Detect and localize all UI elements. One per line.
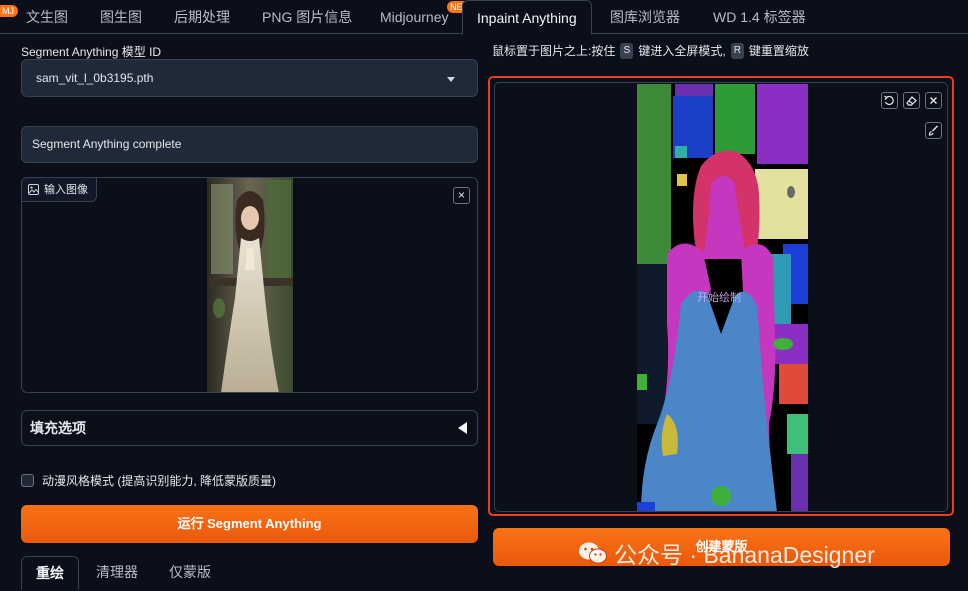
tab-inpaint[interactable]: 重绘 [21, 556, 79, 590]
anime-style-checkbox[interactable] [21, 474, 34, 487]
input-image-tag: 输入图像 [22, 178, 97, 202]
tab-midjourney[interactable]: Midjourney [378, 0, 450, 34]
main-tab-bar: MJ 文生图 图生图 后期处理 PNG 图片信息 Midjourney NEW … [0, 0, 968, 35]
input-photo [207, 178, 293, 392]
sketch-canvas[interactable]: 开始绘制 [494, 82, 948, 512]
key-r: R [730, 42, 744, 59]
model-id-value: sam_vit_l_0b3195.pth [36, 71, 154, 85]
watermark: 公众号 · BananaDesigner [578, 536, 875, 570]
eraser-icon[interactable] [903, 92, 920, 109]
tab-txt2img[interactable]: 文生图 [24, 0, 70, 34]
mj-badge: MJ [0, 5, 18, 17]
chevron-down-icon [447, 77, 455, 82]
collapse-triangle-icon [458, 422, 467, 434]
mode-tab-bar: 重绘 清理器 仅蒙版 [21, 556, 478, 591]
hint-text-1: 鼠标置于图片之上:按住 [492, 44, 616, 58]
tab-mask-only[interactable]: 仅蒙版 [169, 556, 211, 590]
brush-icon[interactable] [925, 122, 942, 139]
anime-style-label: 动漫风格模式 (提高识别能力, 降低蒙版质量) [42, 474, 276, 488]
image-icon [28, 184, 39, 195]
start-drawing-text: 开始绘制 [697, 292, 741, 304]
close-icon[interactable] [925, 92, 942, 109]
model-id-dropdown[interactable]: sam_vit_l_0b3195.pth [21, 59, 478, 97]
key-s: S [620, 42, 634, 59]
tab-extras[interactable]: 后期处理 [172, 0, 232, 34]
run-segment-anything-button[interactable]: 运行 Segment Anything [21, 505, 478, 543]
fill-options-accordion[interactable]: 填充选项 [21, 410, 478, 446]
tab-wd14-tagger[interactable]: WD 1.4 标签器 [711, 0, 808, 34]
input-image-panel[interactable]: 输入图像 × [21, 177, 478, 393]
clear-image-button[interactable]: × [453, 187, 470, 204]
tab-png-info[interactable]: PNG 图片信息 [260, 0, 354, 34]
tab-inpaint-anything[interactable]: Inpaint Anything [462, 0, 592, 35]
sketch-canvas-highlight: 开始绘制 [488, 76, 954, 516]
hint-text-3: 键重置缩放 [748, 44, 809, 58]
tab-image-browser[interactable]: 图库浏览器 [608, 0, 682, 34]
anime-style-row[interactable]: 动漫风格模式 (提高识别能力, 降低蒙版质量) [21, 472, 276, 489]
input-image-label: 输入图像 [44, 183, 88, 196]
status-text: Segment Anything complete [32, 137, 182, 151]
hint-text-2: 键进入全屏模式, [638, 44, 726, 58]
tab-cleaner[interactable]: 清理器 [96, 556, 138, 590]
fill-options-label: 填充选项 [30, 420, 86, 436]
undo-icon[interactable] [881, 92, 898, 109]
status-textbox: Segment Anything complete [21, 126, 478, 163]
canvas-hint: 鼠标置于图片之上:按住 S 键进入全屏模式, R 键重置缩放 [492, 42, 809, 59]
tab-img2img[interactable]: 图生图 [98, 0, 144, 34]
watermark-text: 公众号 · BananaDesigner [614, 542, 875, 568]
wechat-icon [579, 542, 607, 564]
model-id-label: Segment Anything 模型 ID [21, 45, 162, 59]
